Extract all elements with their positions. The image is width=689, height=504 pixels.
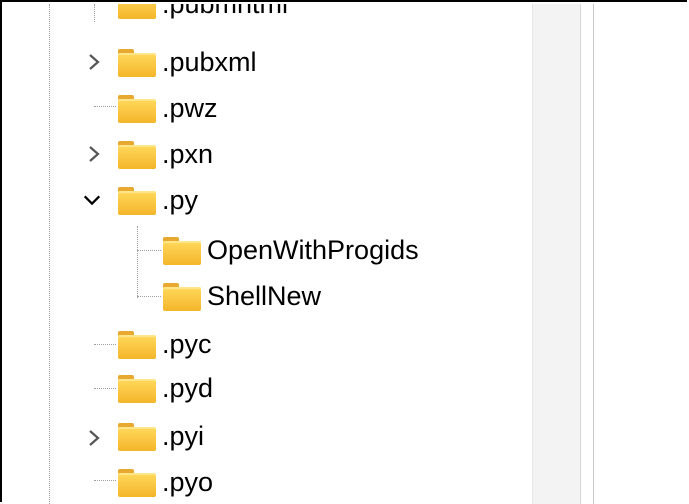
tree-item-pyi[interactable]: .pyi — [116, 416, 204, 456]
folder-icon — [116, 93, 156, 123]
tree-connector — [94, 388, 116, 389]
folder-icon — [116, 139, 156, 169]
registry-tree-pane[interactable]: .pubmhtml .pubxml .pwz .pxn .py OpenWith… — [4, 4, 532, 504]
tree-item-label: .py — [162, 185, 199, 215]
tree-item-label: ShellNew — [207, 281, 322, 311]
folder-icon — [116, 421, 156, 451]
tree-item-label: .pyc — [162, 329, 212, 359]
tree-connector — [94, 480, 116, 481]
tree-item-label: .pubmhtml — [162, 4, 289, 19]
folder-icon — [116, 329, 156, 359]
folder-icon — [161, 235, 201, 265]
tree-item-label: .pxn — [162, 139, 214, 169]
chevron-right-icon[interactable] — [84, 52, 104, 72]
tree-item-pwz[interactable]: .pwz — [116, 88, 218, 128]
tree-connector — [137, 250, 161, 251]
chevron-down-icon[interactable] — [82, 190, 102, 210]
tree-item-pubxml[interactable]: .pubxml — [116, 42, 257, 82]
tree-item-shellnew[interactable]: ShellNew — [161, 276, 321, 316]
folder-icon — [116, 4, 156, 19]
tree-connector — [137, 296, 161, 297]
tree-guide-line — [49, 4, 50, 504]
tree-connector — [94, 344, 116, 345]
values-pane[interactable] — [594, 4, 689, 504]
chevron-right-icon[interactable] — [84, 428, 104, 448]
tree-connector — [94, 106, 116, 107]
tree-scrollbar-track[interactable] — [532, 4, 581, 504]
tree-item-label: .pyd — [162, 373, 214, 403]
tree-item-label: .pubxml — [162, 47, 257, 77]
tree-item-pyc[interactable]: .pyc — [116, 324, 212, 364]
tree-item-py[interactable]: .py — [116, 180, 198, 220]
tree-item-label: OpenWithProgids — [207, 235, 419, 265]
tree-item-pyo[interactable]: .pyo — [116, 462, 213, 502]
folder-icon — [116, 185, 156, 215]
tree-item-pubmhtml[interactable]: .pubmhtml — [116, 4, 288, 24]
folder-icon — [116, 373, 156, 403]
tree-guide-line — [137, 226, 138, 298]
tree-item-label: .pyi — [162, 421, 205, 451]
tree-guide-line — [94, 4, 95, 22]
chevron-right-icon[interactable] — [84, 144, 104, 164]
pane-splitter[interactable] — [580, 4, 594, 504]
tree-item-openwithprogids[interactable]: OpenWithProgids — [161, 230, 419, 270]
folder-icon — [116, 467, 156, 497]
folder-icon — [161, 281, 201, 311]
tree-item-pyd[interactable]: .pyd — [116, 368, 213, 408]
registry-editor-frame: .pubmhtml .pubxml .pwz .pxn .py OpenWith… — [0, 0, 689, 504]
folder-icon — [116, 47, 156, 77]
tree-item-label: .pwz — [162, 93, 218, 123]
tree-item-label: .pyo — [162, 467, 214, 497]
tree-item-pxn[interactable]: .pxn — [116, 134, 213, 174]
